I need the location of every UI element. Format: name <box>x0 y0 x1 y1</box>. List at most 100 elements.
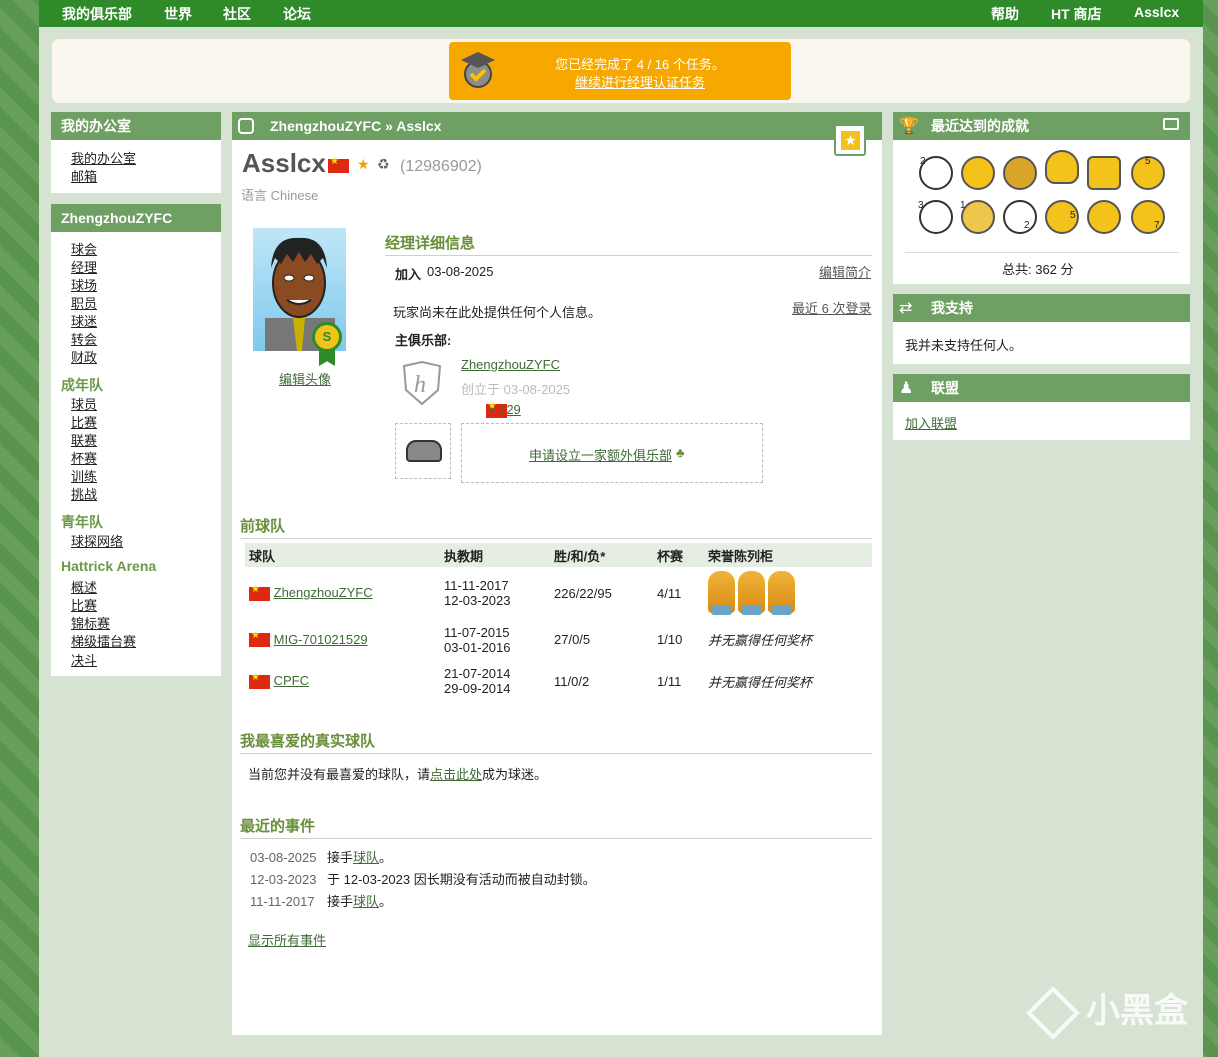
trophy-icon[interactable] <box>738 570 765 615</box>
supporter-icon: ♣ <box>676 445 685 460</box>
fav-click-here-link[interactable]: 点击此处 <box>430 767 482 782</box>
office-title: 我的办公室 <box>51 112 221 140</box>
folder-icon[interactable] <box>1163 118 1179 130</box>
nav-arena[interactable]: 球场 <box>71 275 97 294</box>
achievement-girl-icon[interactable] <box>1003 156 1037 190</box>
from-date: 21-07-2014 <box>444 666 511 681</box>
nav-community[interactable]: 社区 <box>223 4 251 24</box>
event-date: 11-11-2017 <box>250 894 315 909</box>
office-link[interactable]: 我的办公室 <box>71 148 136 167</box>
senior-heading[interactable]: 成年队 <box>61 375 103 395</box>
flag-icon <box>249 672 270 689</box>
achievement-medal-icon[interactable] <box>1087 200 1121 234</box>
support-title: 我支持 <box>893 294 1190 322</box>
nav-arena-overview[interactable]: 概述 <box>71 577 97 596</box>
edit-avatar-link[interactable]: 编辑头像 <box>279 369 331 388</box>
list-item: 11-11-2017 接手球队。 <box>250 891 392 910</box>
league-link[interactable]: V.129 <box>488 402 521 417</box>
nav-challenges[interactable]: 挑战 <box>71 484 97 503</box>
promo-progress-text: 您已经完成了 4 / 16 个任务。 <box>555 57 725 72</box>
support-text: 我并未支持任何人。 <box>905 338 1023 353</box>
event-link[interactable]: 球队 <box>353 894 379 909</box>
flag-icon <box>249 630 270 648</box>
supporter-star-icon[interactable]: ★ <box>357 156 370 173</box>
trophy-icon[interactable] <box>768 570 795 615</box>
nav-duels[interactable]: 决斗 <box>71 650 97 669</box>
extra-club-link[interactable]: 申请设立一家额外俱乐部 <box>529 445 672 464</box>
nav-shop[interactable]: HT 商店 <box>1051 4 1102 24</box>
breadcrumb: ZhengzhouZYFC » Asslcx <box>232 112 882 140</box>
achievements-total: 总共: 362 分 <box>1002 262 1074 277</box>
club-logo-icon[interactable]: h <box>401 360 443 406</box>
achievement-target-icon[interactable] <box>961 156 995 190</box>
youth-heading[interactable]: 青年队 <box>61 512 103 532</box>
fav-team-text: 当前您并没有最喜爱的球队，请点击此处成为球迷。 <box>248 764 547 783</box>
breadcrumb-club[interactable]: ZhengzhouZYFC » <box>270 118 393 134</box>
nav-cup[interactable]: 杯赛 <box>71 448 97 467</box>
nav-manager[interactable]: 经理 <box>71 257 97 276</box>
promo-continue-link[interactable]: 继续进行经理认证任务 <box>449 72 831 91</box>
recent-logins-link[interactable]: 最近 6 次登录 <box>792 298 871 317</box>
table-row: ZhengzhouZYFC 11-11-201712-03-2023 226/2… <box>245 567 872 619</box>
no-info-text: 玩家尚未在此处提供任何个人信息。 <box>393 305 602 320</box>
achievement-level: 3 <box>918 200 924 211</box>
achievement-stick-icon[interactable] <box>919 200 953 234</box>
nav-league[interactable]: 联赛 <box>71 430 97 449</box>
achievement-chest-icon[interactable] <box>1087 156 1121 190</box>
wdl: 226/22/95 <box>554 585 612 601</box>
manager-name: Asslcx <box>242 148 326 178</box>
nav-my-club[interactable]: 我的俱乐部 <box>62 4 132 24</box>
manager-icon <box>238 118 254 134</box>
trophy-icon[interactable] <box>708 570 735 615</box>
trophy-icon: 🏆 <box>899 118 919 135</box>
manager-id: (12986902) <box>400 158 482 175</box>
nav-user[interactable]: Asslcx <box>1134 4 1179 20</box>
nav-tournaments[interactable]: 锦标赛 <box>71 613 110 632</box>
bookmark-star-icon[interactable]: ★ <box>834 124 866 156</box>
nav-finance[interactable]: 财政 <box>71 347 97 366</box>
cups: 1/11 <box>657 673 682 689</box>
join-alliance-link[interactable]: 加入联盟 <box>905 413 957 432</box>
nav-arena-matches[interactable]: 比赛 <box>71 595 97 614</box>
team-link[interactable]: MIG-701021529 <box>274 632 368 647</box>
nav-training[interactable]: 训练 <box>71 466 97 485</box>
certification-icon[interactable]: ♻ <box>377 156 390 173</box>
event-date: 03-08-2025 <box>250 850 317 865</box>
show-all-events-link[interactable]: 显示所有事件 <box>248 930 326 949</box>
alliance-title: 联盟 <box>893 374 1190 402</box>
mailbox-link[interactable]: 邮箱 <box>71 166 97 185</box>
club-name-link[interactable]: ZhengzhouZYFC <box>461 357 560 372</box>
nav-help[interactable]: 帮助 <box>991 4 1019 24</box>
team-link[interactable]: ZhengzhouZYFC <box>274 585 373 600</box>
to-date: 29-09-2014 <box>444 681 511 696</box>
event-text: 于 12-03-2023 因长期没有活动而被自动封锁。 <box>327 872 596 887</box>
nav-club[interactable]: 球会 <box>71 239 97 258</box>
list-item: 12-03-2023 于 12-03-2023 因长期没有活动而被自动封锁。 <box>250 869 596 888</box>
list-item: 03-08-2025 接手球队。 <box>250 847 392 866</box>
nav-forum[interactable]: 论坛 <box>283 4 311 24</box>
nav-fans[interactable]: 球迷 <box>71 311 97 330</box>
join-date: 03-08-2025 <box>427 264 494 279</box>
team-link[interactable]: CPFC <box>274 673 309 688</box>
language-label: 语言 Chinese <box>241 188 319 203</box>
events-title: 最近的事件 <box>240 815 872 839</box>
from-date: 11-11-2017 <box>444 578 509 593</box>
nav-transfers[interactable]: 转会 <box>71 329 97 348</box>
nav-staff[interactable]: 职员 <box>71 293 97 312</box>
nav-scout-network[interactable]: 球探网络 <box>71 531 123 550</box>
achievement-whistle-icon[interactable] <box>961 200 995 234</box>
col-honours: 荣誉陈列柜 <box>704 543 872 567</box>
edit-profile-link[interactable]: 编辑简介 <box>819 262 871 281</box>
nav-players[interactable]: 球员 <box>71 394 97 413</box>
nav-ladders[interactable]: 梯级擂台赛 <box>71 631 136 650</box>
achievement-ladder-icon[interactable] <box>1003 200 1037 234</box>
nav-matches[interactable]: 比赛 <box>71 412 97 431</box>
boots-icon <box>406 440 442 462</box>
col-period: 执教期 <box>440 543 550 567</box>
col-wdl: 胜/和/负* <box>550 543 653 567</box>
certification-promo[interactable]: 您已经完成了 4 / 16 个任务。 继续进行经理认证任务 <box>449 42 791 100</box>
arena-heading[interactable]: Hattrick Arena <box>61 558 156 574</box>
event-link[interactable]: 球队 <box>353 850 379 865</box>
nav-world[interactable]: 世界 <box>164 4 192 24</box>
achievement-supporter-icon[interactable] <box>1045 150 1079 184</box>
